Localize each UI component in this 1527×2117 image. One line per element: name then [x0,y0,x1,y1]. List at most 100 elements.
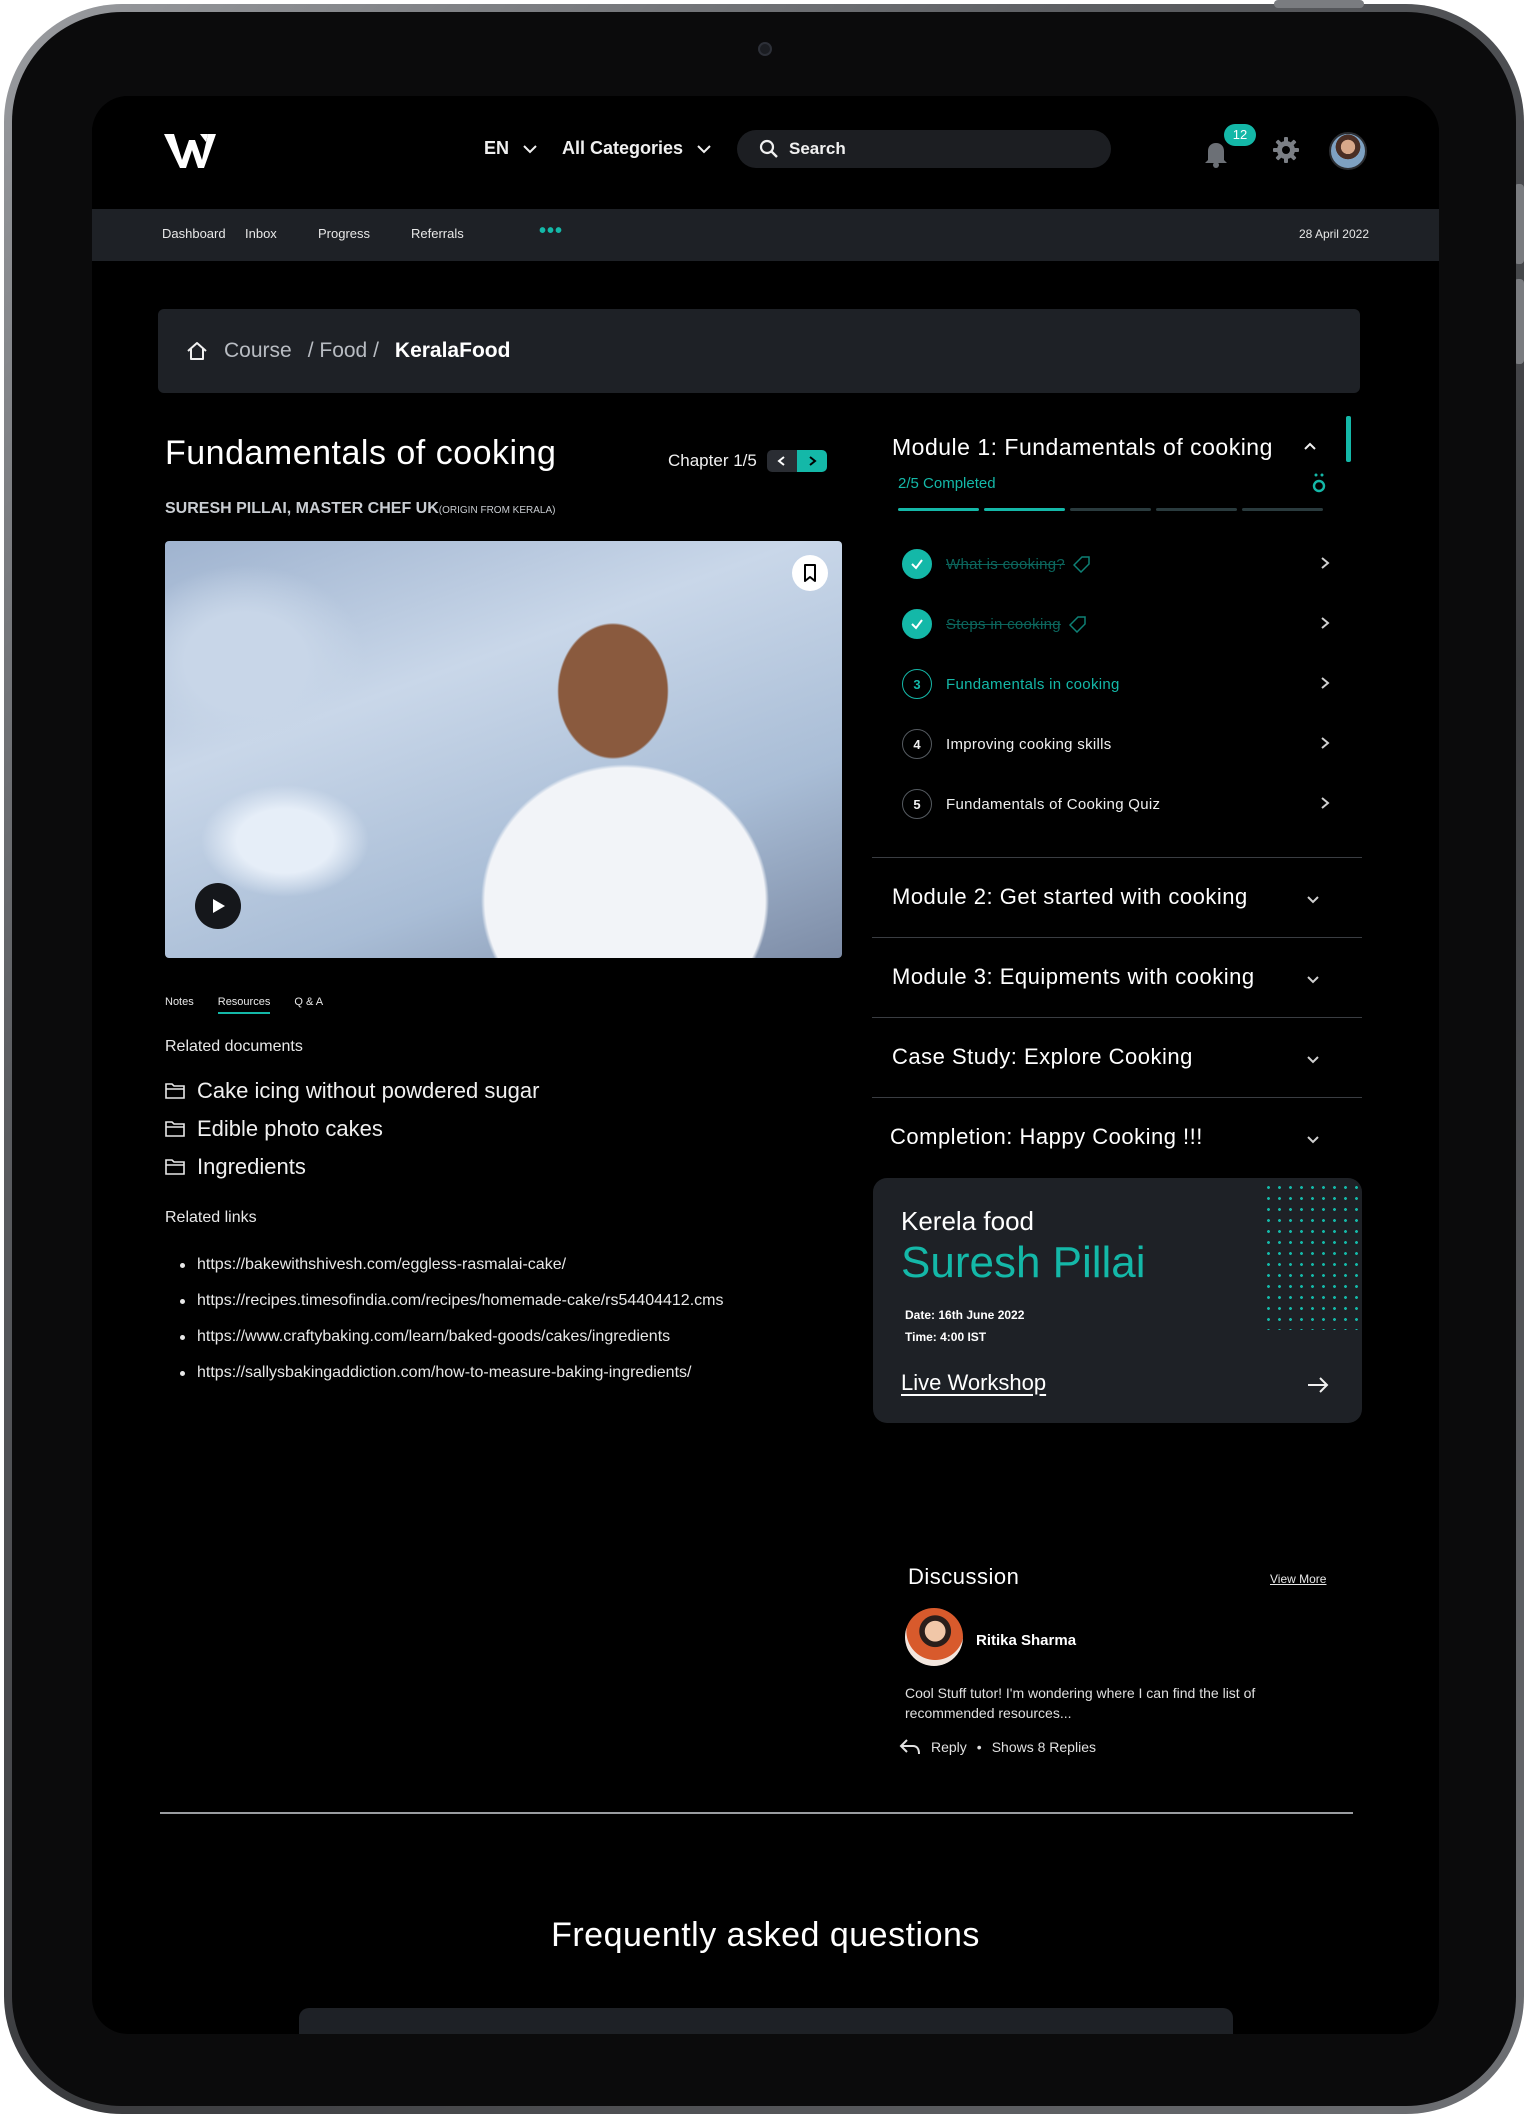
nav-item-progress[interactable]: Progress [318,226,370,241]
link-item[interactable]: https://www.craftybaking.com/learn/baked… [180,1319,723,1355]
show-replies-button[interactable]: Shows 8 Replies [992,1739,1096,1755]
document-item[interactable]: Edible photo cakes [165,1110,539,1148]
case-study-accordion[interactable]: Case Study: Explore Cooking [872,1017,1362,1097]
home-icon[interactable] [186,340,208,362]
nav-item-dashboard[interactable]: Dashboard [162,226,226,241]
tab-notes[interactable]: Notes [165,996,194,1014]
language-label: EN [484,138,510,158]
module-1-title[interactable]: Module 1: Fundamentals of cooking [892,434,1273,461]
tag-icon [1068,616,1086,633]
camera-icon [758,42,772,56]
reply-button[interactable]: Reply [931,1739,967,1755]
search-bar[interactable] [737,130,1111,168]
bell-icon[interactable] [1203,138,1229,168]
lesson-item[interactable]: 4 Improving cooking skills [902,714,1332,774]
faq-title: Frequently asked questions [551,1916,980,1954]
module-title: Module 2: Get started with cooking [892,884,1248,909]
module-progress-bar [898,508,1323,511]
check-icon [902,609,932,639]
play-icon [213,899,225,913]
document-name: Cake icing without powdered sugar [197,1078,540,1103]
bookmark-icon [804,564,816,582]
tag-icon [1073,556,1090,573]
module-2-accordion[interactable]: Module 2: Get started with cooking [872,857,1362,937]
lesson-item[interactable]: 5 Fundamentals of Cooking Quiz [902,774,1332,834]
chevron-down-icon [1307,976,1319,984]
chevron-right-icon [1321,677,1330,689]
document-item[interactable]: Ingredients [165,1148,539,1186]
check-icon [902,549,932,579]
medal-icon [1312,473,1326,493]
category-label: All Categories [562,138,684,158]
breadcrumb: Course / Food / KeralaFood [158,309,1360,393]
progress-segment [1070,508,1151,511]
chevron-left-icon [777,456,785,466]
lesson-item[interactable]: Steps in cooking [902,594,1332,654]
sub-navigation: Dashboard Inbox Progress Referrals ••• 2… [92,209,1439,261]
nav-item-referrals[interactable]: Referrals [411,226,464,241]
document-name: Edible photo cakes [197,1116,383,1141]
lesson-title: Fundamentals in cooking [946,675,1120,693]
user-avatar[interactable] [1329,132,1367,170]
nav-item-inbox[interactable]: Inbox [245,226,277,241]
decorative-dot-grid [1263,1182,1362,1330]
module-title: Module 3: Equipments with cooking [892,964,1255,989]
lesson-item[interactable]: 3 Fundamentals in cooking [902,654,1332,714]
chevron-right-icon [1321,737,1330,749]
more-icon[interactable]: ••• [539,221,563,241]
document-name: Ingredients [197,1154,306,1179]
faq-item[interactable] [299,2008,1233,2034]
top-button [1274,0,1364,8]
lesson-title: Steps in cooking [946,615,1061,633]
play-button[interactable] [195,883,241,929]
reply-icon[interactable] [899,1738,921,1756]
chevron-up-icon[interactable] [1302,438,1318,454]
view-more-link[interactable]: View More [1270,1572,1326,1586]
tab-resources[interactable]: Resources [217,996,271,1014]
link-item[interactable]: https://sallysbakingaddiction.com/how-to… [180,1355,723,1391]
prev-chapter-button[interactable] [766,450,797,472]
notification-badge: 12 [1224,124,1256,146]
progress-segment [1242,508,1323,511]
chevron-down-icon [697,144,711,153]
next-chapter-button[interactable] [796,450,827,472]
commenter-avatar[interactable] [905,1608,963,1666]
brand-logo[interactable] [162,130,218,170]
lesson-title: Fundamentals of Cooking Quiz [946,795,1161,813]
lesson-number: 5 [902,789,932,819]
chapter-indicator: Chapter 1/5 [668,450,827,472]
document-item[interactable]: Cake icing without powdered sugar [165,1072,539,1110]
lesson-item[interactable]: What is cooking? [902,534,1332,594]
comment-text: Cool Stuff tutor! I'm wondering where I … [905,1685,1256,1721]
breadcrumb-food[interactable]: / Food / [308,339,379,363]
folder-icon [165,1121,185,1137]
breadcrumb-course[interactable]: Course [224,339,292,363]
tablet-frame: EN All Categories 12 [4,0,1524,2114]
lesson-list: What is cooking? Steps in cooking 3 Fund… [902,534,1332,834]
gear-icon[interactable] [1272,136,1300,164]
content-tabs: Notes Resources Q & A [165,996,323,1014]
course-title: Fundamentals of cooking [165,434,557,472]
bookmark-button[interactable] [792,555,828,591]
live-workshop-link[interactable]: Live Workshop [901,1370,1046,1396]
arrow-right-icon[interactable] [1307,1376,1329,1394]
lesson-title: Improving cooking skills [946,735,1112,753]
workshop-subtitle: Kerela food [901,1206,1034,1236]
module-3-accordion[interactable]: Module 3: Equipments with cooking [872,937,1362,1017]
workshop-date: Date: 16th June 2022 [905,1308,1025,1322]
tab-qa[interactable]: Q & A [294,996,323,1014]
author-name: SURESH PILLAI, MASTER CHEF UK [165,500,439,517]
link-item[interactable]: https://recipes.timesofindia.com/recipes… [180,1283,723,1319]
completion-accordion[interactable]: Completion: Happy Cooking !!! [872,1097,1362,1177]
category-selector[interactable]: All Categories [562,138,713,159]
search-input[interactable] [789,139,1069,159]
language-selector[interactable]: EN [484,138,539,159]
chevron-down-icon [1307,1056,1319,1064]
top-header: EN All Categories 12 [92,96,1439,209]
chevron-right-icon [1321,797,1330,809]
link-item[interactable]: https://bakewithshivesh.com/eggless-rasm… [180,1247,723,1283]
folder-icon [165,1083,185,1099]
video-player[interactable] [165,541,842,958]
course-author: SURESH PILLAI, MASTER CHEF UK(ORIGIN FRO… [165,500,555,518]
lesson-number: 4 [902,729,932,759]
